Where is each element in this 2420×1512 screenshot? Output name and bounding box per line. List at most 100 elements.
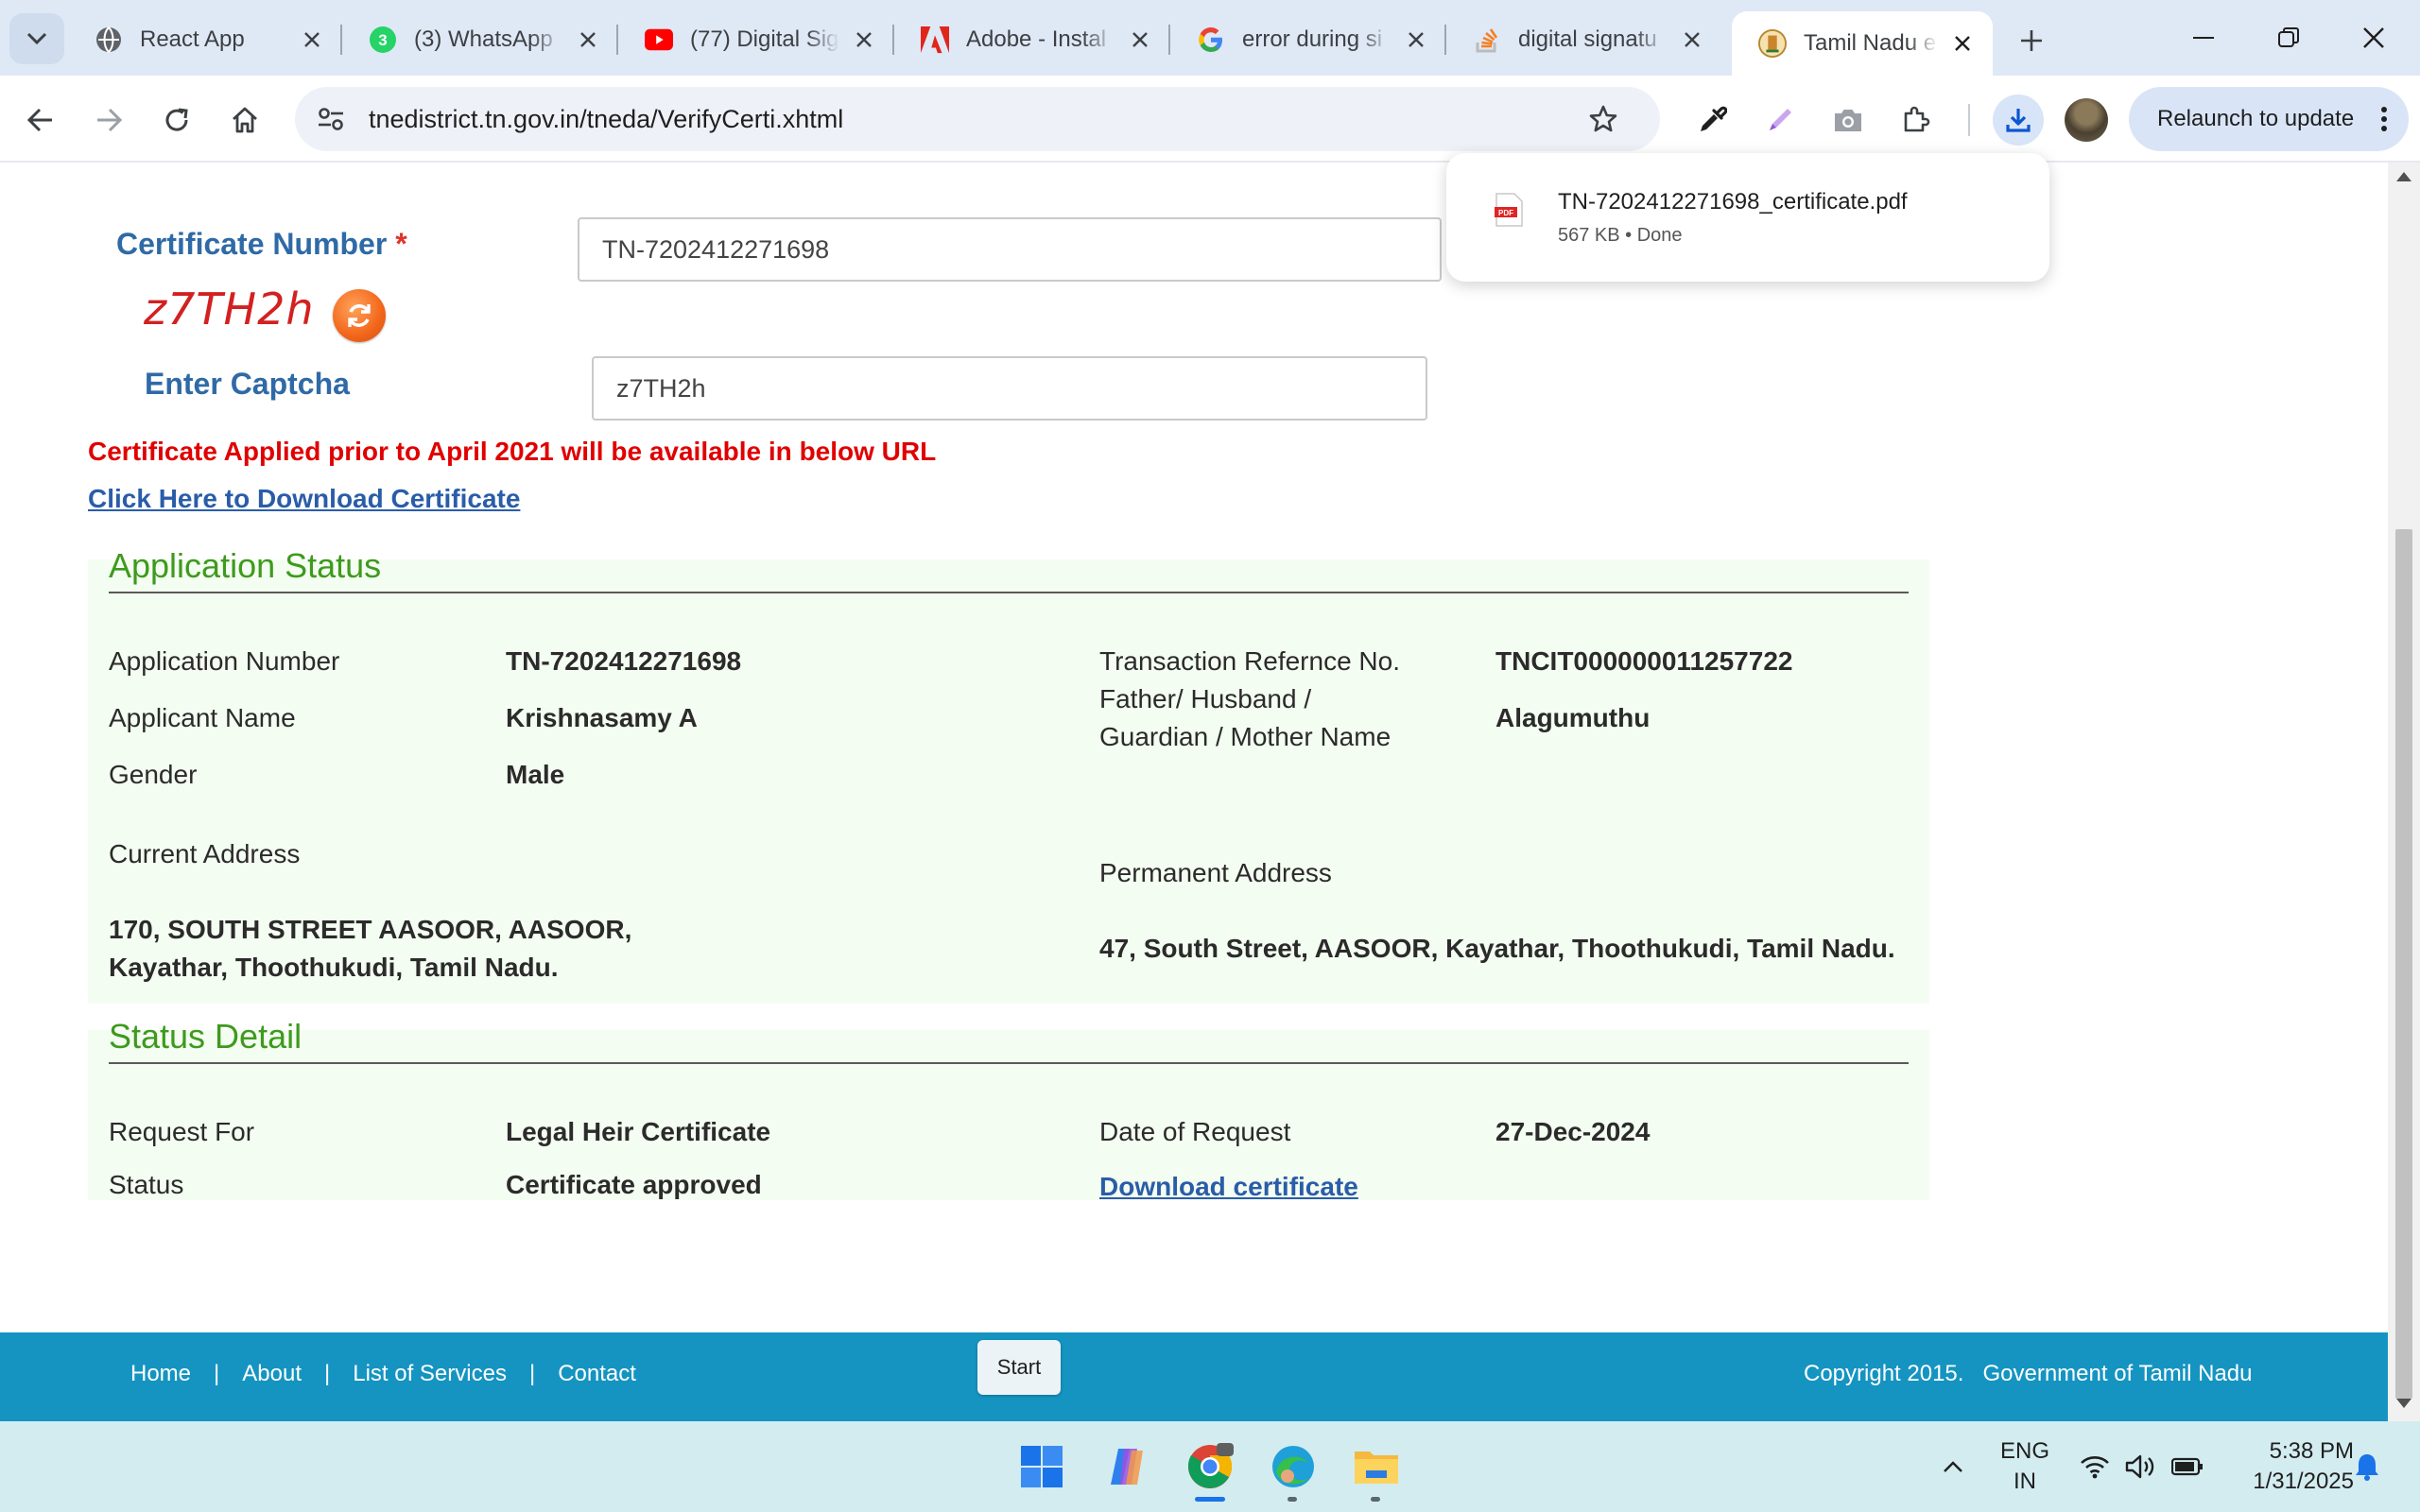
svg-text:PDF: PDF [1498,209,1513,217]
transaction-reference-label: Transaction Refernce No. [1099,646,1400,676]
stackoverflow-icon [1473,26,1501,54]
pen-extension-icon[interactable] [1754,94,1806,146]
tab-search-button[interactable] [9,13,64,64]
close-tab-icon[interactable] [1679,26,1705,53]
explorer-running-indicator [1371,1497,1380,1502]
svg-text:3: 3 [378,31,387,49]
downloads-button[interactable] [1993,94,2044,146]
gender-value: Male [506,760,565,789]
start-tooltip: Start [977,1340,1061,1395]
chevron-down-icon [26,32,47,45]
tab-whatsapp[interactable]: 3 (3) WhatsApp [342,11,618,68]
restore-icon [2278,27,2299,47]
date-of-request-value: 27-Dec-2024 [1495,1117,1651,1146]
close-tab-icon[interactable] [299,26,325,53]
current-address-line2: Kayathar, Thoothukudi, Tamil Nadu. [109,953,559,982]
footer-link-services[interactable]: List of Services [353,1361,507,1387]
application-number-label: Application Number [109,646,340,676]
required-mark: * [395,227,407,261]
close-tab-icon[interactable] [1127,26,1153,53]
camera-extension-icon[interactable] [1823,94,1874,146]
refresh-captcha-button[interactable] [333,289,386,342]
close-tab-icon[interactable] [575,26,601,53]
url-text[interactable]: tnedistrict.tn.gov.in/tneda/VerifyCerti.… [369,105,843,134]
status-detail-panel: Status Detail Request For Legal Heir Cer… [88,1017,1929,1202]
footer-link-contact[interactable]: Contact [558,1361,636,1387]
refresh-icon [348,304,371,327]
download-icon [2006,109,2031,132]
download-certificate-button[interactable]: Download certificate [1099,1172,1358,1202]
file-explorer-icon[interactable] [1346,1436,1407,1497]
back-button[interactable] [17,96,64,144]
applicant-name-label: Applicant Name [109,703,296,732]
footer-link-home[interactable]: Home [130,1361,191,1387]
edge-icon[interactable] [1263,1436,1323,1497]
close-tab-icon[interactable] [1403,26,1429,53]
tab-tamil-nadu-active[interactable]: Tamil Nadu e- [1732,11,1993,76]
relaunch-to-update-button[interactable]: Relaunch to update [2129,87,2409,151]
clock[interactable]: 5:38 PM 1/31/2025 [2221,1436,2354,1497]
current-address-label: Current Address [109,839,301,868]
windows-taskbar: ENG IN 5:38 PM 1/31/2025 [0,1421,2420,1512]
chrome-icon[interactable] [1180,1436,1240,1497]
certificate-number-input[interactable]: TN-7202412271698 [578,217,1442,282]
windows-start-icon[interactable] [1011,1436,1072,1497]
profile-avatar[interactable] [2065,98,2108,142]
tab-youtube[interactable]: (77) Digital Sig [618,11,894,68]
footer-copyright: Copyright 2015. Government of Tamil Nadu [1804,1361,2253,1386]
tab-strip: React App 3 (3) WhatsApp (77) Digital Si… [0,0,2420,76]
footer-nav: Home | About | List of Services | Contac… [130,1361,636,1387]
scroll-down-arrow-icon[interactable] [2396,1399,2411,1408]
page-scrollbar[interactable] [2388,163,2420,1421]
download-certificate-link[interactable]: Click Here to Download Certificate [88,484,520,514]
restore-button[interactable] [2246,9,2331,66]
more-menu-icon[interactable] [2380,106,2388,132]
adobe-icon [921,26,949,54]
battery-icon[interactable] [2157,1436,2218,1497]
relaunch-label: Relaunch to update [2157,106,2355,131]
tray-overflow-chevron-icon[interactable] [1923,1436,1983,1497]
tab-react-app[interactable]: React App [68,11,342,68]
pdf-file-icon: PDF [1495,193,1523,227]
reload-button[interactable] [153,96,200,144]
forward-button[interactable] [85,96,132,144]
download-filename[interactable]: TN-7202412271698_certificate.pdf [1558,189,1908,215]
eyedropper-extension-icon[interactable] [1686,94,1737,146]
close-tab-icon[interactable] [1949,30,1976,57]
close-tab-icon[interactable] [851,26,877,53]
application-number-value: TN-7202412271698 [506,646,742,676]
footer-link-about[interactable]: About [242,1361,302,1387]
tab-adobe[interactable]: Adobe - Instal [894,11,1170,68]
gender-label: Gender [109,760,198,789]
section-divider [109,592,1909,593]
captcha-input[interactable]: z7TH2h [592,356,1427,421]
youtube-icon [645,26,673,54]
edge-running-indicator [1288,1497,1297,1502]
current-address-line1: 170, SOUTH STREET AASOOR, AASOOR, [109,915,632,944]
download-bubble[interactable]: PDF TN-7202412271698_certificate.pdf 567… [1446,153,2049,282]
bookmark-star-icon[interactable] [1581,96,1626,142]
back-arrow-icon [27,108,52,132]
notice-text: Certificate Applied prior to April 2021 … [88,437,937,466]
close-icon [2363,27,2384,48]
tab-google-search[interactable]: error during si [1170,11,1446,68]
scrollbar-thumb[interactable] [2395,529,2412,1399]
home-icon [233,107,257,133]
new-tab-button[interactable] [2008,17,2055,64]
language-indicator[interactable]: ENG IN [1991,1436,2059,1497]
reload-icon [165,108,188,131]
close-window-button[interactable] [2331,9,2416,66]
copilot-icon[interactable] [1097,1436,1157,1497]
scroll-up-arrow-icon[interactable] [2396,172,2411,181]
section-divider [109,1062,1909,1064]
browser-toolbar: tnedistrict.tn.gov.in/tneda/VerifyCerti.… [0,76,2420,163]
status-label: Status [109,1170,184,1199]
address-bar[interactable]: tnedistrict.tn.gov.in/tneda/VerifyCerti.… [295,87,1660,151]
notification-bell-icon[interactable] [2337,1436,2397,1497]
site-info-icon[interactable] [308,96,354,142]
home-button[interactable] [221,96,268,144]
minimize-button[interactable] [2161,9,2246,66]
guardian-name-label-line1: Father/ Husband / [1099,684,1312,713]
extensions-puzzle-icon[interactable] [1891,94,1942,146]
tab-stackoverflow[interactable]: digital signatu [1446,11,1722,68]
